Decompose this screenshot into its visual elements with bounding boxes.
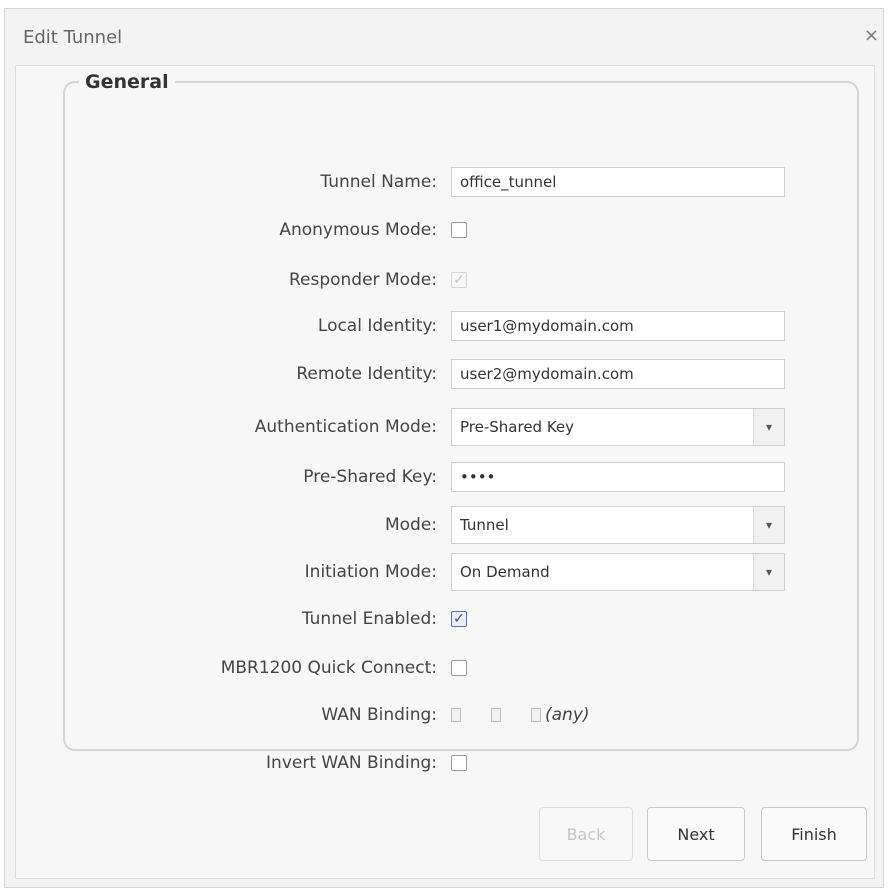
wan-binding-options: (any) <box>451 705 590 725</box>
remote-identity-row: Remote Identity: user2@mydomain.com <box>95 354 815 394</box>
tunnel-enabled-checkbox[interactable]: ✓ <box>451 611 467 627</box>
responder-mode-row: Responder Mode: ✓ <box>95 260 815 300</box>
responder-mode-label: Responder Mode: <box>288 270 437 290</box>
edit-tunnel-dialog: Edit Tunnel × General Tunnel Name: offic… <box>4 8 884 888</box>
initiation-mode-value: On Demand <box>460 563 550 581</box>
authentication-mode-select[interactable]: Pre-Shared Key ▾ <box>451 408 785 446</box>
wan-device-icon <box>531 708 541 722</box>
wan-device-icon <box>451 708 461 722</box>
chevron-down-icon[interactable]: ▾ <box>753 554 784 590</box>
wan-binding-option-2[interactable] <box>491 708 501 722</box>
dialog-titlebar: Edit Tunnel × <box>5 9 883 65</box>
general-section-legend: General <box>85 71 169 93</box>
mbr-quick-connect-checkbox[interactable] <box>451 660 467 676</box>
authentication-mode-value: Pre-Shared Key <box>460 418 575 436</box>
responder-mode-checkbox: ✓ <box>451 272 467 288</box>
close-icon[interactable]: × <box>864 25 879 46</box>
wan-binding-row: WAN Binding: (any) <box>95 695 815 735</box>
mode-label: Mode: <box>384 515 437 535</box>
pre-shared-key-input[interactable]: •••• <box>451 462 785 492</box>
checkmark-icon: ✓ <box>453 272 465 288</box>
wan-binding-label: WAN Binding: <box>321 705 437 725</box>
authentication-mode-label: Authentication Mode: <box>254 417 437 437</box>
local-identity-label: Local Identity: <box>317 316 437 336</box>
tunnel-enabled-row: Tunnel Enabled: ✓ <box>95 599 815 639</box>
remote-identity-input[interactable]: user2@mydomain.com <box>451 359 785 389</box>
mode-row: Mode: Tunnel ▾ <box>95 505 815 545</box>
back-button[interactable]: Back <box>539 807 633 861</box>
chevron-down-icon[interactable]: ▾ <box>753 409 784 445</box>
tunnel-name-input[interactable]: office_tunnel <box>451 167 785 197</box>
mode-select[interactable]: Tunnel ▾ <box>451 506 785 544</box>
tunnel-name-row: Tunnel Name: office_tunnel <box>95 162 815 202</box>
checkmark-icon: ✓ <box>453 611 465 627</box>
anonymous-mode-row: Anonymous Mode: <box>95 210 815 250</box>
wan-binding-any-label: (any) <box>545 705 590 725</box>
tunnel-enabled-label: Tunnel Enabled: <box>301 609 437 629</box>
chevron-down-icon[interactable]: ▾ <box>753 507 784 543</box>
wan-binding-option-any[interactable]: (any) <box>531 705 590 725</box>
dialog-title: Edit Tunnel <box>23 27 123 48</box>
finish-button[interactable]: Finish <box>761 807 867 861</box>
tunnel-name-label: Tunnel Name: <box>320 172 437 192</box>
mode-value: Tunnel <box>460 516 509 534</box>
mbr-quick-connect-row: MBR1200 Quick Connect: <box>95 648 815 688</box>
initiation-mode-row: Initiation Mode: On Demand ▾ <box>95 552 815 592</box>
invert-wan-binding-row: Invert WAN Binding: <box>95 743 815 783</box>
invert-wan-binding-label: Invert WAN Binding: <box>266 753 437 773</box>
initiation-mode-select[interactable]: On Demand ▾ <box>451 553 785 591</box>
pre-shared-key-row: Pre-Shared Key: •••• <box>95 457 815 497</box>
mbr-quick-connect-label: MBR1200 Quick Connect: <box>220 658 437 678</box>
anonymous-mode-checkbox[interactable] <box>451 222 467 238</box>
pre-shared-key-label: Pre-Shared Key: <box>303 467 437 487</box>
next-button[interactable]: Next <box>647 807 745 861</box>
wan-binding-option-1[interactable] <box>451 708 461 722</box>
authentication-mode-row: Authentication Mode: Pre-Shared Key ▾ <box>95 407 815 447</box>
remote-identity-label: Remote Identity: <box>296 364 437 384</box>
initiation-mode-label: Initiation Mode: <box>304 562 437 582</box>
anonymous-mode-label: Anonymous Mode: <box>279 220 437 240</box>
invert-wan-binding-checkbox[interactable] <box>451 755 467 771</box>
local-identity-row: Local Identity: user1@mydomain.com <box>95 306 815 346</box>
local-identity-input[interactable]: user1@mydomain.com <box>451 311 785 341</box>
wan-device-icon <box>491 708 501 722</box>
